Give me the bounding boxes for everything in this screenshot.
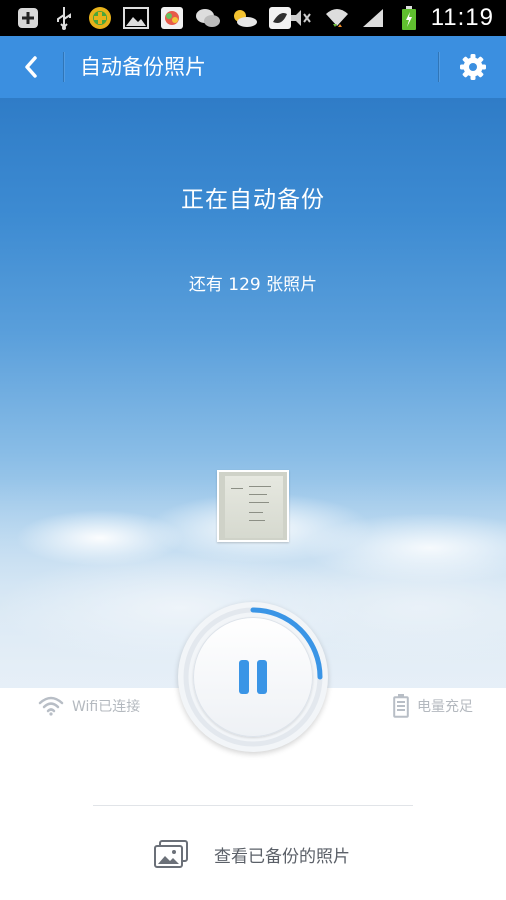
photos-icon bbox=[154, 840, 188, 868]
image-icon bbox=[122, 5, 150, 31]
battery-status: 电量充足 bbox=[393, 693, 473, 719]
backup-status-title: 正在自动备份 bbox=[181, 187, 325, 213]
signal-icon bbox=[359, 5, 387, 31]
battery-charging-icon bbox=[395, 5, 423, 31]
notification-icons bbox=[14, 4, 294, 32]
wifi-status-text: Wifi已连接 bbox=[72, 699, 141, 715]
plus-box-icon bbox=[14, 5, 42, 31]
view-backed-photos-link[interactable]: 查看已备份的照片 bbox=[154, 836, 350, 872]
backup-status-panel: 正在自动备份 还有 129 张照片 bbox=[0, 98, 506, 688]
mute-icon bbox=[287, 5, 315, 31]
clock: 11:19 bbox=[430, 4, 494, 31]
pause-button[interactable] bbox=[193, 617, 313, 737]
back-button[interactable] bbox=[0, 36, 62, 98]
pause-icon-bar bbox=[257, 660, 267, 694]
page-title: 自动备份照片 bbox=[80, 55, 206, 79]
divider bbox=[93, 805, 413, 806]
settings-separator bbox=[438, 52, 439, 82]
app-icon bbox=[158, 5, 186, 31]
wifi-status: Wifi已连接 bbox=[38, 693, 140, 719]
chevron-left-icon bbox=[25, 56, 37, 78]
weather-icon bbox=[230, 5, 258, 31]
view-backed-photos-label: 查看已备份的照片 bbox=[214, 846, 350, 867]
wifi-icon bbox=[323, 5, 351, 31]
wifi-icon bbox=[38, 696, 64, 716]
wechat-icon bbox=[194, 5, 222, 31]
backup-progress-control bbox=[178, 602, 328, 752]
usb-icon bbox=[50, 5, 78, 31]
status-bar: 11:19 bbox=[0, 0, 506, 36]
battery-status-text: 电量充足 bbox=[417, 699, 473, 715]
battery-icon bbox=[393, 694, 409, 718]
current-photo-thumbnail bbox=[217, 470, 289, 542]
system-icons: 11:19 bbox=[287, 0, 494, 36]
settings-button[interactable] bbox=[440, 36, 506, 98]
gear-icon bbox=[460, 54, 486, 80]
remaining-photos-count: 还有 129 张照片 bbox=[188, 275, 318, 295]
game-icon bbox=[86, 5, 114, 31]
title-separator bbox=[63, 52, 64, 82]
thumbnail-image bbox=[225, 476, 283, 538]
pause-icon bbox=[239, 660, 249, 694]
title-bar: 自动备份照片 bbox=[0, 36, 506, 98]
